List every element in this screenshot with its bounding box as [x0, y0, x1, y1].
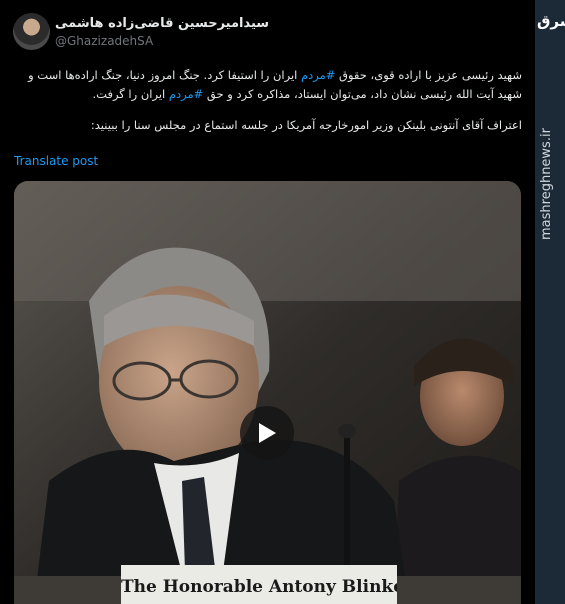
hashtag-link[interactable]: #مردم [301, 68, 335, 82]
play-icon [259, 423, 276, 443]
hashtag-link[interactable]: #مردم [169, 87, 203, 101]
video-player[interactable]: The Honorable Antony Blinken [14, 181, 521, 604]
tweet-text-part-1: شهید رئیسی عزیز با اراده قوی، حقوق [335, 68, 522, 82]
watermark-strip: مشرق mashreghnews.ir [535, 0, 565, 604]
tweet-card: سیدامیرحسین قاضی‌زاده هاشمی @GhazizadehS… [0, 0, 535, 604]
tweet-paragraph-1: شهید رئیسی عزیز با اراده قوی، حقوق #مردم… [14, 66, 522, 104]
mashregh-logo-icon: مشرق [537, 12, 565, 30]
nameplate: The Honorable Antony Blinken [121, 565, 397, 604]
tweet-paragraph-2: اعتراف آقای آنتونی بلینکن وزیر امورخارجه… [90, 118, 522, 132]
play-button[interactable] [240, 406, 294, 460]
tweet-text-part-3: ایران را گرفت. [92, 87, 169, 101]
avatar[interactable] [13, 13, 50, 50]
watermark-site: mashreghnews.ir [539, 128, 554, 240]
tweet-text: شهید رئیسی عزیز با اراده قوی، حقوق #مردم… [14, 66, 522, 135]
author-handle[interactable]: @GhazizadehSA [55, 34, 153, 48]
video-frame [14, 181, 521, 604]
author-name[interactable]: سیدامیرحسین قاضی‌زاده هاشمی [55, 16, 269, 31]
translate-post-link[interactable]: Translate post [14, 154, 98, 168]
